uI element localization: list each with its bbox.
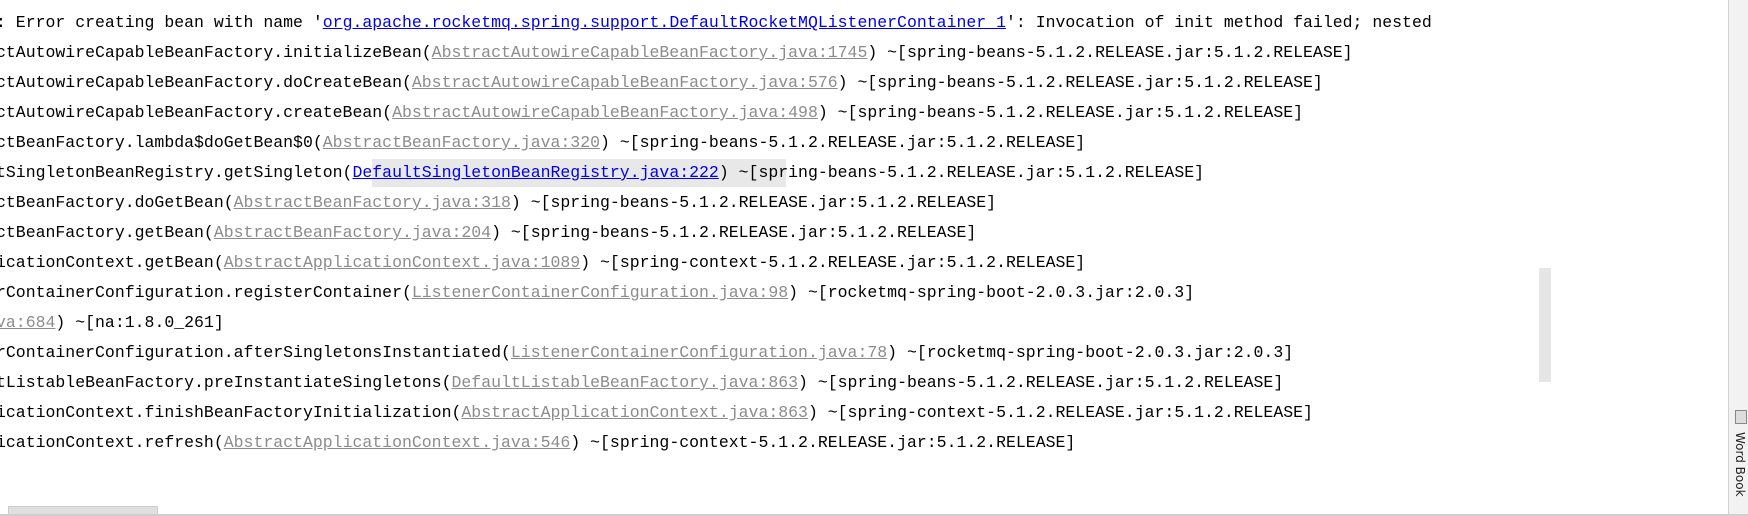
log-line: rContainerConfiguration.registerContaine… (0, 278, 1194, 308)
log-text: ) ~[spring-context-5.1.2.RELEASE.jar:5.1… (570, 433, 1076, 452)
log-text: ) ~[spring-beans-5.1.2.RELEASE.jar:5.1.2… (837, 73, 1323, 92)
log-line: va:684) ~[na:1.8.0_261] (0, 308, 224, 338)
log-text: ) ~[spring-beans-5.1.2.RELEASE.jar:5.1.2… (600, 133, 1086, 152)
source-link[interactable]: AbstractAutowireCapableBeanFactory.java:… (392, 103, 818, 122)
log-text: ) ~[spring-beans-5.1.2.RELEASE.jar:5.1.2… (718, 163, 1205, 182)
log-line: ctBeanFactory.lambda$doGetBean$0(Abstrac… (0, 128, 1085, 158)
log-line: rContainerConfiguration.afterSingletonsI… (0, 338, 1293, 368)
source-link[interactable]: DefaultListableBeanFactory.java:863 (451, 373, 798, 392)
log-text: ctBeanFactory.getBean( (0, 223, 214, 242)
log-text: icationContext.refresh( (0, 433, 224, 452)
source-link[interactable]: AbstractAutowireCapableBeanFactory.java:… (432, 43, 868, 62)
console-output: : Error creating bean with name 'org.apa… (0, 0, 1710, 505)
source-link[interactable]: AbstractApplicationContext.java:546 (224, 433, 571, 452)
log-text: ctAutowireCapableBeanFactory.initializeB… (0, 43, 432, 62)
word-book-tab[interactable]: Word Book (1733, 432, 1747, 497)
log-text: icationContext.finishBeanFactoryInitiali… (0, 403, 462, 422)
log-text: rContainerConfiguration.registerContaine… (0, 283, 412, 302)
log-text: ctBeanFactory.doGetBean( (0, 193, 234, 212)
log-line: tListableBeanFactory.preInstantiateSingl… (0, 368, 1283, 398)
source-link[interactable]: AbstractBeanFactory.java:318 (234, 193, 511, 212)
source-link[interactable]: ListenerContainerConfiguration.java:78 (511, 343, 887, 362)
log-text: ) ~[spring-beans-5.1.2.RELEASE.jar:5.1.2… (817, 103, 1304, 122)
log-text: ) ~[na:1.8.0_261] (55, 313, 224, 332)
log-line: : Error creating bean with name 'org.apa… (0, 8, 1432, 38)
log-line: ctAutowireCapableBeanFactory.initializeB… (0, 38, 1353, 68)
source-link[interactable]: DefaultSingletonBeanRegistry.java:222 (352, 163, 718, 182)
log-text: ) ~[rocketmq-spring-boot-2.0.3.jar:2.0.3… (788, 283, 1195, 302)
log-line: ctBeanFactory.getBean(AbstractBeanFactor… (0, 218, 976, 248)
log-text: ctBeanFactory.lambda$doGetBean$0( (0, 133, 323, 152)
log-line: icationContext.refresh(AbstractApplicati… (0, 428, 1075, 458)
source-link[interactable]: va:684 (0, 313, 55, 332)
source-link[interactable]: ListenerContainerConfiguration.java:98 (412, 283, 788, 302)
log-line: ctAutowireCapableBeanFactory.doCreateBea… (0, 68, 1323, 98)
source-link[interactable]: org.apache.rocketmq.spring.support.Defau… (323, 13, 1006, 32)
source-link[interactable]: AbstractApplicationContext.java:863 (461, 403, 808, 422)
log-line: ctAutowireCapableBeanFactory.createBean(… (0, 98, 1303, 128)
log-text: ) ~[spring-beans-5.1.2.RELEASE.jar:5.1.2… (798, 373, 1284, 392)
log-text: ctAutowireCapableBeanFactory.createBean( (0, 103, 393, 122)
log-line: tSingletonBeanRegistry.getSingleton(Defa… (0, 158, 1204, 188)
log-text: tSingletonBeanRegistry.getSingleton( (0, 163, 353, 182)
log-text: rContainerConfiguration.afterSingletonsI… (0, 343, 511, 362)
log-text: ) ~[spring-beans-5.1.2.RELEASE.jar:5.1.2… (491, 223, 977, 242)
log-text: ) ~[spring-beans-5.1.2.RELEASE.jar:5.1.2… (867, 43, 1353, 62)
log-text: ) ~[rocketmq-spring-boot-2.0.3.jar:2.0.3… (887, 343, 1294, 362)
log-text: ctAutowireCapableBeanFactory.doCreateBea… (0, 73, 412, 92)
log-text: : Error creating bean with name ' (0, 13, 323, 32)
log-text: ': Invocation of init method failed; nes… (1005, 13, 1432, 32)
log-text: ) ~[spring-context-5.1.2.RELEASE.jar:5.1… (807, 403, 1313, 422)
log-text: ) ~[spring-beans-5.1.2.RELEASE.jar:5.1.2… (510, 193, 997, 212)
vertical-scrollbar[interactable] (1539, 268, 1551, 382)
book-icon (1735, 410, 1747, 424)
log-text: ) ~[spring-context-5.1.2.RELEASE.jar:5.1… (580, 253, 1086, 272)
source-link[interactable]: AbstractAutowireCapableBeanFactory.java:… (412, 73, 838, 92)
source-link[interactable]: AbstractBeanFactory.java:204 (214, 223, 491, 242)
source-link[interactable]: AbstractApplicationContext.java:1089 (224, 253, 580, 272)
log-line: icationContext.finishBeanFactoryInitiali… (0, 398, 1313, 428)
log-text: icationContext.getBean( (0, 253, 224, 272)
log-line: ctBeanFactory.doGetBean(AbstractBeanFact… (0, 188, 996, 218)
log-text: tListableBeanFactory.preInstantiateSingl… (0, 373, 452, 392)
log-line: icationContext.getBean(AbstractApplicati… (0, 248, 1085, 278)
source-link[interactable]: AbstractBeanFactory.java:320 (323, 133, 600, 152)
